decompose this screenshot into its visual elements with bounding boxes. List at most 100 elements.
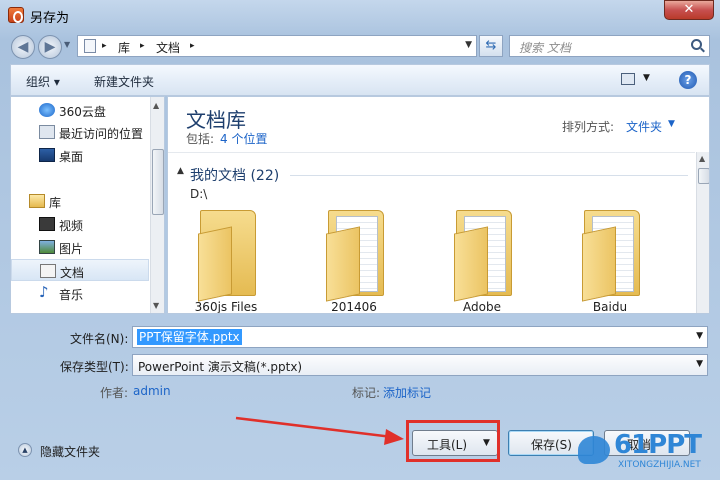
collapse-icon: ▲ (18, 443, 32, 457)
sidebar-item-label: 文档 (60, 266, 85, 280)
library-title: 文档库 (186, 108, 246, 132)
recent-pages-dropdown[interactable]: ▼ (64, 40, 70, 49)
sidebar-item-label: 桌面 (59, 150, 84, 164)
file-list-scrollbar[interactable]: ▲ (696, 152, 709, 313)
view-dropdown-icon[interactable]: ▼ (643, 73, 650, 83)
music-icon: ♪ (39, 283, 49, 301)
folder-front (454, 226, 488, 302)
breadcrumb-library[interactable]: 库 (118, 39, 130, 56)
folder-item[interactable]: 360js Files (186, 208, 266, 313)
back-button[interactable]: ◀ (11, 35, 35, 59)
forward-button[interactable]: ▶ (38, 35, 62, 59)
filetype-label: 保存类型(T): (60, 360, 129, 374)
scroll-thumb[interactable] (698, 168, 709, 184)
video-icon (39, 217, 55, 231)
library-location-icon (84, 39, 96, 53)
breadcrumb-separator-icon[interactable]: ▸ (190, 41, 195, 51)
arrange-by-dropdown[interactable]: 文件夹 (626, 118, 662, 135)
close-button[interactable]: ✕ (664, 0, 714, 20)
filetype-value: PowerPoint 演示文稿(*.pptx) (138, 360, 303, 374)
sidebar-item-libraries[interactable]: 库 (11, 190, 149, 212)
scroll-up-icon[interactable]: ▲ (153, 101, 159, 110)
author-field[interactable]: admin (133, 384, 171, 398)
forward-arrow-icon: ▶ (44, 39, 56, 55)
search-input[interactable]: 搜索 文档 (509, 35, 710, 57)
refresh-icon: ⇆ (485, 38, 497, 53)
sidebar-item-label: 视频 (59, 219, 84, 233)
command-bar: 组织 ▾ 新建文件夹 ▼ ? (10, 64, 710, 96)
site-watermark: 61PPT XITONGZHIJIA.NET (578, 428, 718, 480)
folder-name: 201406 (331, 300, 377, 314)
folder-item[interactable]: 201406 (314, 208, 394, 313)
tags-field[interactable]: 添加标记 (383, 384, 431, 401)
group-divider (290, 175, 688, 176)
folder-front (582, 226, 616, 302)
folder-name: Baidu (592, 300, 628, 314)
filename-input[interactable]: PPT保留字体.pptx ▼ (132, 326, 708, 348)
help-icon[interactable]: ? (679, 71, 697, 89)
breadcrumb-documents[interactable]: 文档 (156, 39, 180, 56)
sidebar-item-label: 最近访问的位置 (59, 127, 144, 141)
arrange-by-label: 排列方式: (562, 120, 615, 134)
new-folder-button[interactable]: 新建文件夹 (94, 73, 154, 90)
address-bar[interactable]: ▸ 库 ▸ 文档 ▸ ▼ (77, 35, 477, 57)
picture-icon (39, 240, 55, 254)
address-dropdown-icon[interactable]: ▼ (465, 40, 472, 50)
includes-locations-link[interactable]: 4 个位置 (220, 130, 267, 147)
sidebar-item-music[interactable]: ♪ 音乐 (11, 282, 149, 304)
filename-dropdown-icon[interactable]: ▼ (696, 331, 703, 341)
scroll-down-icon[interactable]: ▼ (153, 301, 159, 310)
filetype-select[interactable]: PowerPoint 演示文稿(*.pptx) ▼ (132, 354, 708, 376)
breadcrumb-separator-icon[interactable]: ▸ (140, 41, 145, 51)
file-list-pane: 文档库 包括: 4 个位置 排列方式: 文件夹 ▼ ▲ 我的文档 (22) D:… (167, 96, 710, 314)
sidebar-item-desktop[interactable]: 桌面 (11, 144, 149, 166)
arrange-dropdown-icon[interactable]: ▼ (668, 119, 675, 129)
back-arrow-icon: ◀ (17, 39, 29, 55)
scroll-up-icon[interactable]: ▲ (699, 154, 705, 163)
folder-item[interactable]: Baidu (570, 208, 650, 313)
document-icon (40, 264, 56, 278)
folder-name: 360js Files (194, 300, 258, 314)
powerpoint-icon (8, 7, 24, 23)
cloud-icon (39, 103, 55, 117)
watermark-brand: 61PPT (614, 430, 702, 460)
collapse-group-icon[interactable]: ▲ (177, 166, 184, 176)
save-as-dialog: 另存为 ✕ ◀ ▶ ▼ ▸ 库 ▸ 文档 ▸ ▼ ⇆ 搜索 文档 组织 ▾ 新建… (0, 0, 720, 480)
search-icon[interactable] (691, 39, 702, 50)
author-label: 作者: (100, 386, 129, 400)
library-icon (29, 194, 45, 208)
search-placeholder: 搜索 文档 (519, 41, 571, 55)
window-title: 另存为 (30, 11, 70, 26)
tags-label: 标记: (352, 386, 381, 400)
refresh-button[interactable]: ⇆ (479, 35, 503, 57)
organize-button[interactable]: 组织 ▾ (26, 73, 60, 90)
folder-front (198, 226, 232, 302)
folder-group: ▲ 我的文档 (22) D:\ 360js Files 201406 Adobe (168, 152, 695, 313)
sidebar-item-label: 音乐 (59, 288, 84, 302)
desktop-icon (39, 148, 55, 162)
group-title[interactable]: 我的文档 (22) (190, 165, 279, 185)
navigation-pane: 360云盘 最近访问的位置 桌面 库 视频 图片 文档 ♪ 音乐 ▲ ▼ (10, 96, 165, 314)
highlight-box (406, 420, 500, 462)
save-button-label: 保存(S) (531, 438, 572, 452)
sidebar-item-documents[interactable]: 文档 (11, 259, 149, 281)
sidebar-item-videos[interactable]: 视频 (11, 213, 149, 235)
filename-value[interactable]: PPT保留字体.pptx (137, 329, 242, 345)
change-view-icon[interactable] (621, 73, 635, 85)
sidebar-item-label: 图片 (59, 242, 84, 256)
arrow-shaft (235, 416, 393, 439)
sidebar-item-360-cloud[interactable]: 360云盘 (11, 99, 149, 121)
folder-name: Adobe (463, 300, 501, 314)
arrow-head (384, 429, 404, 445)
sidebar-item-recent-places[interactable]: 最近访问的位置 (11, 121, 149, 143)
scroll-thumb[interactable] (152, 149, 164, 215)
filetype-dropdown-icon[interactable]: ▼ (696, 359, 703, 369)
folder-item[interactable]: Adobe (442, 208, 522, 313)
breadcrumb-separator-icon[interactable]: ▸ (102, 41, 107, 51)
sidebar-item-label: 360云盘 (59, 105, 106, 119)
navigation-scrollbar[interactable]: ▲ ▼ (150, 97, 164, 313)
filename-label: 文件名(N): (70, 332, 129, 346)
sidebar-item-pictures[interactable]: 图片 (11, 236, 149, 258)
sidebar-item-label: 库 (49, 196, 62, 210)
hide-folders-label: 隐藏文件夹 (40, 445, 101, 459)
